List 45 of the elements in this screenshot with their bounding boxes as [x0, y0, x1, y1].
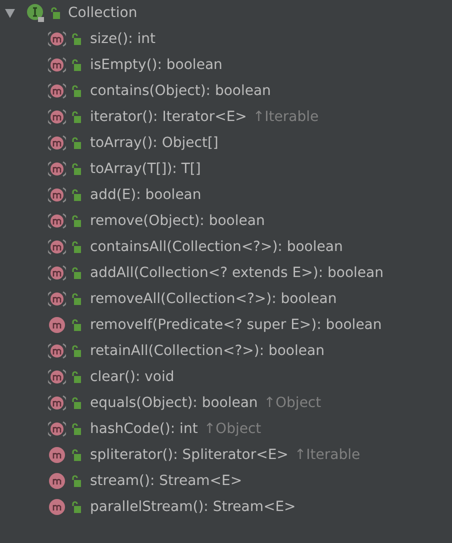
unlocked-padlock-icon	[71, 345, 82, 357]
method-label[interactable]: size(): int	[90, 28, 156, 50]
unlocked-padlock-icon	[71, 475, 82, 487]
unlocked-padlock-icon	[50, 7, 61, 19]
unlocked-padlock-icon	[71, 293, 82, 305]
unlocked-padlock-icon	[71, 111, 82, 123]
unlocked-padlock-icon	[71, 397, 82, 409]
unlocked-padlock-icon	[71, 85, 82, 97]
method-label[interactable]: toArray(): Object[]	[90, 132, 218, 154]
method-label[interactable]: stream(): Stream<E>	[90, 470, 242, 492]
method-label[interactable]: clear(): void	[90, 366, 174, 388]
method-label[interactable]: equals(Object): boolean	[90, 392, 258, 414]
unlocked-padlock-icon	[71, 319, 82, 331]
unlocked-padlock-icon	[71, 371, 82, 383]
unlocked-padlock-icon	[71, 163, 82, 175]
unlocked-padlock-icon	[71, 449, 82, 461]
method-label[interactable]: remove(Object): boolean	[90, 210, 265, 232]
inherited-from-label: ↑Iterable	[294, 446, 360, 464]
method-label[interactable]: removeAll(Collection<?>): boolean	[90, 288, 337, 310]
method-label[interactable]: hashCode(): int	[90, 418, 198, 440]
inherited-from-label: ↑Object	[264, 394, 322, 412]
method-label[interactable]: contains(Object): boolean	[90, 80, 271, 102]
method-label[interactable]: iterator(): Iterator<E>	[90, 106, 247, 128]
method-label[interactable]: isEmpty(): boolean	[90, 54, 222, 76]
inherited-from-label: ↑Iterable	[252, 108, 319, 126]
unlocked-padlock-icon	[71, 215, 82, 227]
unlocked-padlock-icon	[71, 33, 82, 45]
unlocked-padlock-icon	[71, 267, 82, 279]
tree-node-label[interactable]: Collection	[68, 2, 138, 24]
unlocked-padlock-icon	[71, 241, 82, 253]
method-label[interactable]: retainAll(Collection<?>): boolean	[90, 340, 324, 362]
unlocked-padlock-icon	[71, 423, 82, 435]
unlocked-padlock-icon	[71, 189, 82, 201]
inherited-from-label: ↑Object	[204, 420, 262, 438]
method-label[interactable]: toArray(T[]): T[]	[90, 158, 201, 180]
unlocked-padlock-icon	[71, 137, 82, 149]
unlocked-padlock-icon	[71, 501, 82, 513]
method-label[interactable]: spliterator(): Spliterator<E>	[90, 444, 288, 466]
collapse-arrow-icon[interactable]	[4, 7, 16, 19]
method-label[interactable]: removeIf(Predicate<? super E>): boolean	[90, 314, 382, 336]
method-label[interactable]: add(E): boolean	[90, 184, 202, 206]
method-label[interactable]: addAll(Collection<? extends E>): boolean	[90, 262, 384, 284]
method-label[interactable]: containsAll(Collection<?>): boolean	[90, 236, 343, 258]
method-label[interactable]: parallelStream(): Stream<E>	[90, 496, 296, 518]
unlocked-padlock-icon	[71, 59, 82, 71]
